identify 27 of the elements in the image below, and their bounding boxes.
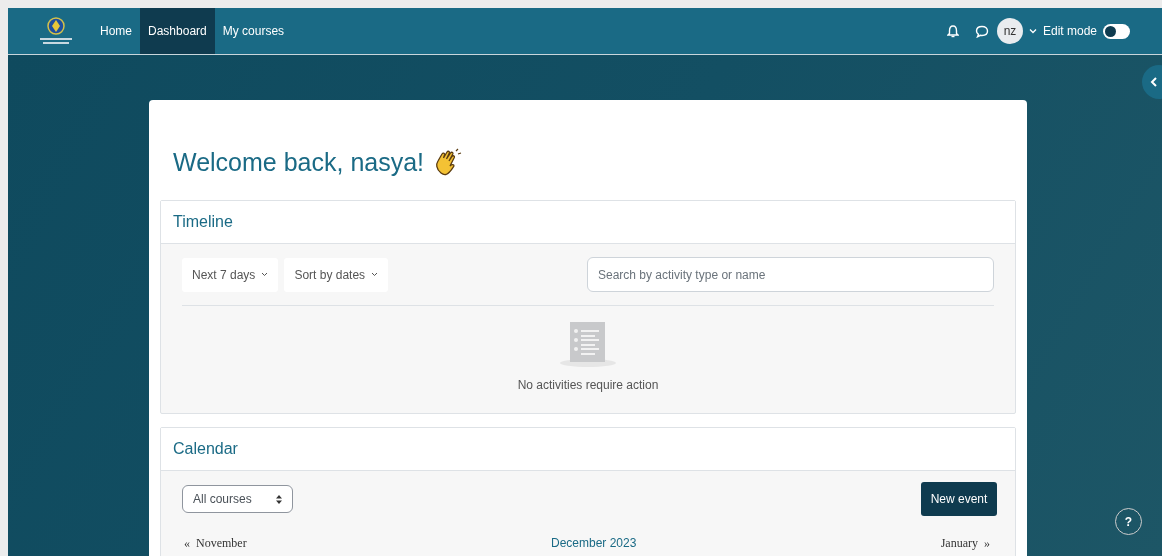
empty-list-icon — [559, 321, 617, 368]
welcome-heading: Welcome back, nasya! — [173, 147, 425, 179]
filter-dropdown[interactable]: Next 7 days — [182, 257, 279, 292]
previous-month-link[interactable]: « November — [182, 534, 247, 552]
section-title: Calendar — [173, 439, 238, 459]
chat-icon[interactable] — [974, 24, 989, 38]
new-event-button[interactable]: New event — [921, 482, 997, 516]
course-select[interactable]: All courses — [182, 485, 293, 513]
edit-mode-toggle[interactable] — [1103, 23, 1130, 39]
logo-icon[interactable] — [38, 16, 74, 46]
sort-caret-icon — [276, 494, 282, 504]
user-avatar[interactable]: nz — [996, 18, 1023, 44]
nav-tab[interactable]: Home — [92, 8, 140, 54]
edit-mode-label: Edit mode — [1042, 23, 1097, 40]
caret-icon[interactable] — [1028, 28, 1037, 34]
caret-icon — [371, 272, 379, 277]
bell-icon[interactable] — [946, 24, 959, 38]
search-field[interactable]: Search by activity type or name — [587, 257, 994, 292]
nav-tab[interactable]: Dashboard — [140, 8, 215, 54]
empty-state-message: No activities require action — [517, 377, 659, 394]
chevron-left-icon — [1150, 77, 1158, 87]
nav-tab[interactable]: My courses — [214, 8, 293, 54]
section-title: Timeline — [173, 212, 233, 232]
current-month: December 2023 — [550, 535, 637, 552]
next-month-link[interactable]: January » — [940, 534, 994, 552]
filter-dropdown[interactable]: Sort by dates — [284, 257, 389, 292]
caret-icon — [261, 272, 269, 277]
